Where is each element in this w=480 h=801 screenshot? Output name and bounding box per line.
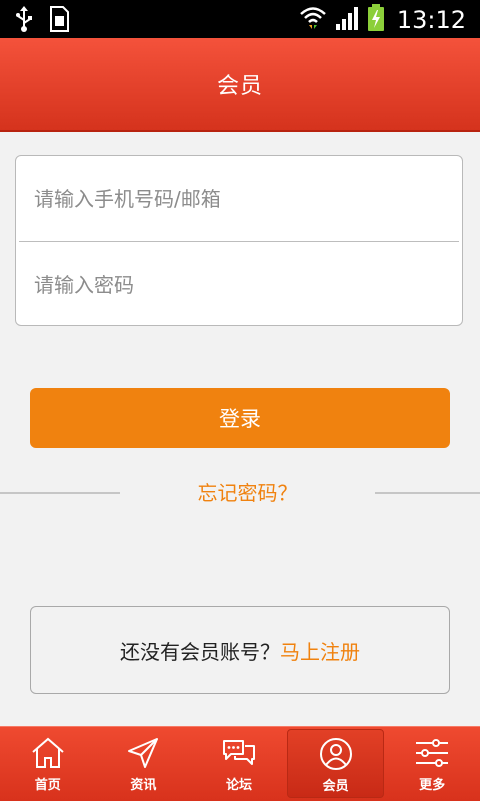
wifi-icon [299, 5, 327, 35]
status-left-icons [14, 6, 70, 36]
nav-item-more[interactable]: 更多 [384, 727, 480, 801]
battery-icon [367, 4, 385, 36]
nav-label-member: 会员 [322, 779, 349, 794]
usb-icon [14, 6, 34, 36]
account-field-wrapper [16, 156, 462, 241]
nav-label-home: 首页 [34, 778, 61, 793]
status-time: 13:12 [396, 6, 466, 34]
password-field-wrapper [16, 242, 462, 327]
nav-item-home[interactable]: 首页 [0, 727, 96, 801]
nav-label-more: 更多 [419, 778, 446, 793]
register-prompt: 还没有会员账号？ [120, 639, 280, 664]
nav-item-news[interactable]: 资讯 [96, 727, 192, 801]
login-button[interactable]: 登录 [30, 388, 450, 448]
forgot-password-link[interactable]: 忘记密码？ [120, 478, 375, 508]
sim-card-icon [48, 6, 70, 36]
register-link[interactable]: 马上注册 [280, 636, 360, 665]
send-icon [128, 738, 159, 768]
status-bar: 13:12 [0, 0, 480, 38]
password-input[interactable] [16, 242, 462, 327]
app-header: 会员 [0, 38, 480, 132]
nav-item-forum[interactable]: 论坛 [191, 727, 287, 801]
nav-label-news: 资讯 [130, 778, 157, 793]
status-right-icons: 13:12 [299, 4, 466, 36]
user-icon [319, 738, 352, 770]
register-box: 还没有会员账号？ 马上注册 [30, 606, 450, 694]
sliders-icon [416, 739, 449, 767]
login-form [15, 155, 463, 327]
divider-left [0, 492, 120, 494]
page-title: 会员 [216, 74, 263, 99]
signal-icon [335, 5, 359, 35]
home-icon [32, 737, 64, 768]
nav-item-member[interactable]: 会员 [286, 729, 385, 798]
bottom-nav: 首页 资讯 论坛 会员 更多 [0, 726, 480, 801]
chat-icon [222, 740, 255, 765]
divider-right [375, 492, 480, 494]
account-input[interactable] [16, 156, 462, 241]
nav-label-forum: 论坛 [225, 778, 252, 793]
